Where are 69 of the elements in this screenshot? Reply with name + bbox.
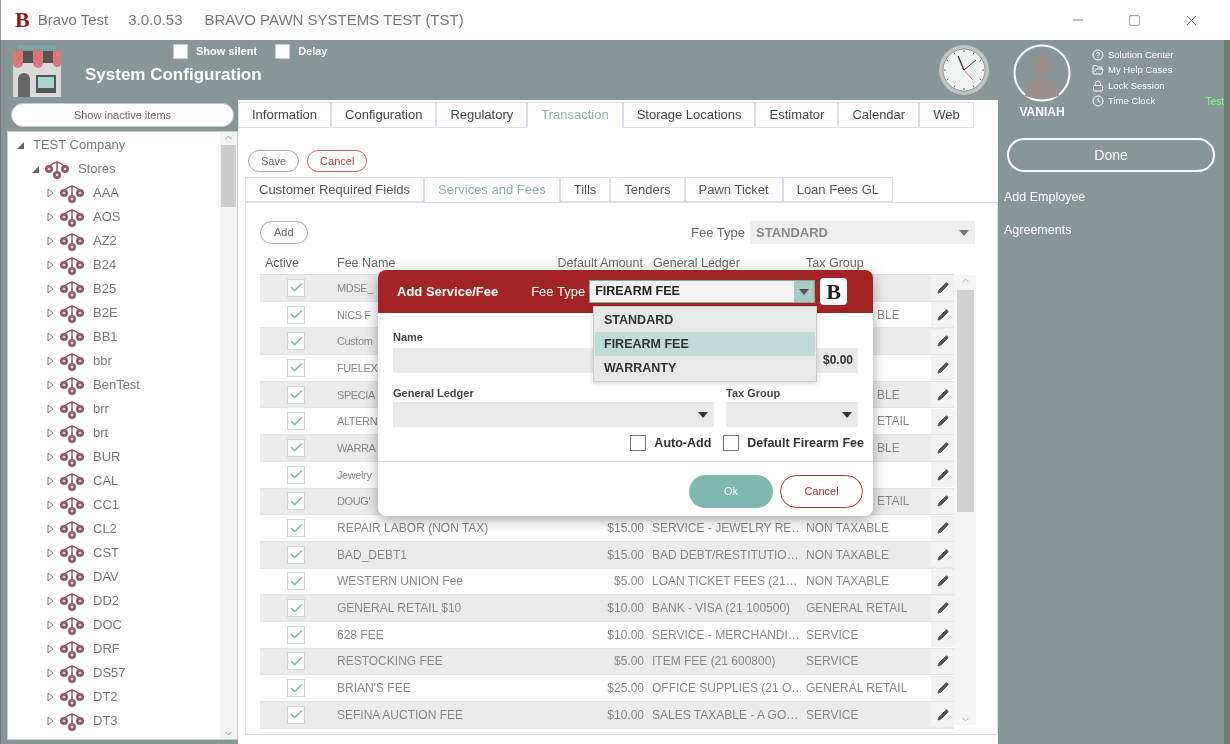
table-cell-text: $15.00 [606,546,645,564]
table-cell-text: ITEM FEE (21 600800) [651,653,777,671]
table-cell: ALTERN [337,415,378,428]
table-cell: NICS F [337,308,371,321]
table-cell-text: $10.00 [606,600,645,618]
table-cell-text: SERVICE [805,706,860,724]
table-cell: 628 FEE [337,627,384,642]
table-cell-text: OFFICE SUPPLIES (21 O… [651,680,801,698]
app-version: 3.0.0.53 [128,9,183,30]
table-cell-text: BANK - VISA (21 100500) [651,600,792,618]
status-text: Test [1205,95,1224,109]
table-cell: WARRA [337,441,376,454]
table-cell: BAD_DEBT1 [337,547,408,562]
table-cell-text: $5.00 [612,573,645,591]
table-cell: Custom [337,335,373,348]
table-cell: RESTOCKING FEE [337,654,443,669]
app-name: Bravo Test [37,9,109,30]
table-cell-text: $25.00 [606,680,645,698]
table-cell-text: NON TAXABLE [805,546,890,564]
table-cell: FUELEX [337,361,378,374]
table-cell-text: SERVICE - JEWELRY RE… [651,520,801,538]
table-cell: BLE [877,440,900,455]
app-logo: B [15,9,30,31]
column-header: General Ledger [652,255,741,273]
table-cell-text: GENERAL RETAIL [805,600,909,618]
table-cell-text: $10.00 [606,706,645,724]
table-cell: REPAIR LABOR (NON TAX) [337,521,489,536]
general-ledger-label: General Ledger [393,385,474,401]
table-cell: WESTERN UNION Fee [337,574,463,589]
table-cell: BRIAN'S FEE [337,681,411,696]
column-header: Tax Group [805,255,865,273]
column-header: Active [264,255,301,273]
table-cell-text: SALES TAXABLE - A GO… [651,706,800,724]
checkbox-label: Auto-Add [654,435,712,452]
table-cell-text: SERVICE [805,653,860,671]
table-cell: BLE [877,307,900,322]
window-title: BRAVO PAWN SYSTEMS TEST (TST) [204,9,464,30]
table-cell-text: SERVICE - MERCHANDI… [651,626,801,644]
table-cell-text: $5.00 [612,653,645,671]
table-cell: SEFINA AUCTION FEE [337,707,464,722]
table-cell: BLE [877,387,900,402]
fee-type-label: Fee Type [531,282,586,301]
table-cell: ETAIL [877,414,910,429]
dialog-logo: B [820,278,848,305]
table-cell-text: LOAN TICKET FEES (21… [651,573,799,591]
checkbox-label: Delay [298,44,328,59]
column-header: Fee Name [336,255,397,273]
table-cell: Jewelry [337,468,372,481]
page-title: System Configuration [85,63,263,86]
table-cell: ETAIL [877,494,910,509]
name-label: Name [393,330,423,345]
table-cell: SPECIA [337,388,375,401]
table-cell-text: NON TAXABLE [805,573,890,591]
fee-type-label: Fee Type [691,223,745,242]
table-cell-text: NON TAXABLE [805,520,890,538]
tax-group-label: Tax Group [726,385,781,401]
checkbox-label: Show silent [196,44,258,59]
column-header: Default Amount [556,255,644,273]
dialog-title: Add Service/Fee [397,282,499,301]
table-cell-text: SERVICE [805,626,860,644]
table-cell-text: GENERAL RETAIL [805,680,909,698]
table-cell: MDSE_ [337,281,373,294]
table-cell-text: $15.00 [606,520,645,538]
table-cell-text: $10.00 [606,626,645,644]
table-cell: DOUG' [337,495,371,508]
checkbox-label: Default Firearm Fee [747,435,864,452]
user-name: VANIAH [1019,104,1065,121]
table-cell-text: BAD DEBT/RESTITUTIO… [651,546,800,564]
table-cell: GENERAL RETAIL $10 [337,601,462,616]
